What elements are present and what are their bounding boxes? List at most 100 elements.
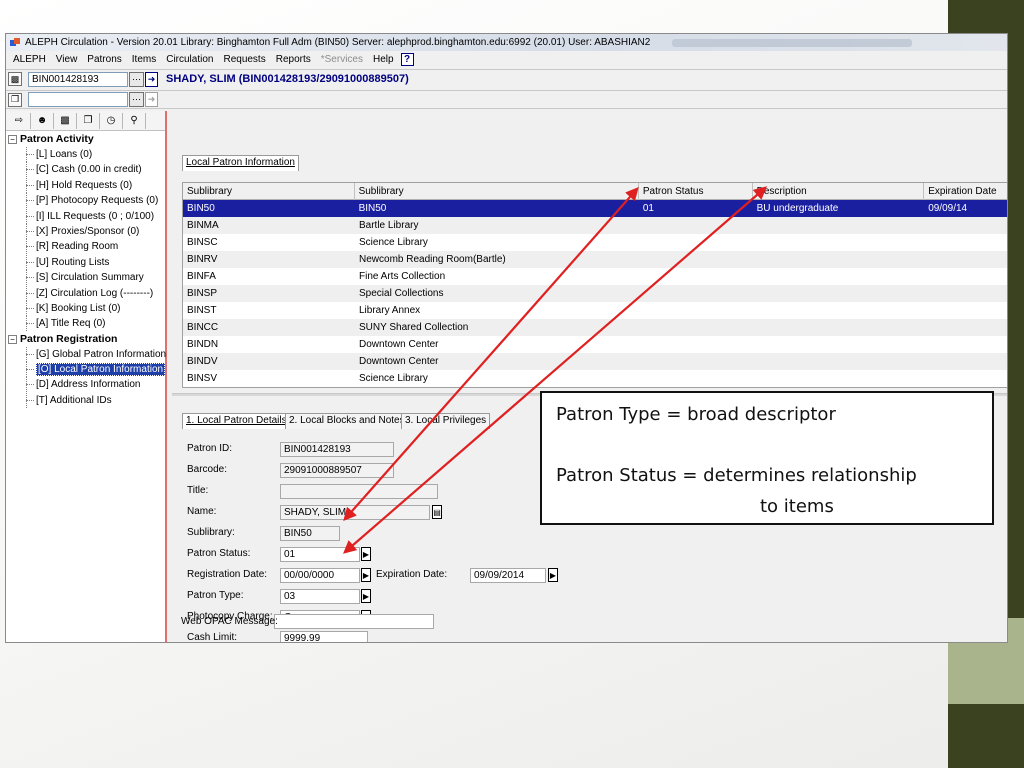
- card-icon[interactable]: ▩: [54, 112, 77, 129]
- menu-circulation[interactable]: Circulation: [161, 54, 218, 65]
- patron-type-dropdown-icon[interactable]: ▶: [361, 589, 371, 603]
- tab-local-patron-information[interactable]: Local Patron Information: [182, 155, 299, 171]
- expiration-date-picker-icon[interactable]: ▶: [548, 568, 558, 582]
- aleph-circulation-window: ALEPH Circulation - Version 20.01 Librar…: [5, 33, 1008, 643]
- sublibrary-field: BIN50: [280, 526, 340, 541]
- table-cell: Bartle Library: [359, 220, 419, 231]
- menu-requests[interactable]: Requests: [218, 54, 270, 65]
- tree-item-label: [A] Title Req (0): [36, 318, 106, 330]
- tree-item-cash[interactable]: [C] Cash (0.00 in credit): [6, 162, 165, 178]
- table-cell: BINFA: [187, 271, 216, 282]
- table-row[interactable]: BINSP Special Collections: [183, 285, 1007, 302]
- sublibrary-label: Sublibrary:: [187, 527, 235, 538]
- column-header[interactable]: Expiration Date: [924, 182, 1007, 200]
- exit-icon[interactable]: ⇨: [8, 112, 31, 129]
- column-header[interactable]: Sublibrary: [355, 182, 639, 200]
- cash-limit-field[interactable]: 9999.99: [280, 631, 368, 642]
- tab-local-patron-details[interactable]: 1. Local Patron Details: [182, 413, 291, 429]
- table-row[interactable]: BINST Library Annex: [183, 302, 1007, 319]
- web-opac-message-label-overlay: Web OPAC Message:: [181, 616, 278, 627]
- annotation-callout-box: Patron Type = broad descriptor Patron St…: [540, 391, 994, 525]
- tree-item-additional-ids[interactable]: [T] Additional IDs: [6, 392, 165, 409]
- table-row-selected[interactable]: BIN50 BIN50 01 BU undergraduate 09/09/14: [183, 200, 1007, 217]
- column-header[interactable]: Sublibrary: [183, 182, 355, 200]
- table-row[interactable]: BINRV Newcomb Reading Room(Bartle): [183, 251, 1007, 268]
- tree-item-label: [R] Reading Room: [36, 241, 119, 253]
- patron-list-button[interactable]: ⋯: [129, 71, 144, 87]
- column-header[interactable]: Patron Status: [639, 182, 753, 200]
- bookmark-icon[interactable]: ◷: [100, 112, 123, 129]
- table-row[interactable]: BINMA Bartle Library: [183, 217, 1007, 234]
- tree-item-local-patron-information[interactable]: [O] Local Patron Information: [6, 362, 166, 378]
- tree-item-global-patron-information[interactable]: [G] Global Patron Information: [6, 346, 166, 363]
- item-go-button[interactable]: ➜: [145, 92, 158, 107]
- tree-item-title-req[interactable]: [A] Title Req (0): [6, 316, 165, 332]
- table-row[interactable]: BINFA Fine Arts Collection: [183, 268, 1007, 285]
- table-cell: Science Library: [359, 237, 428, 248]
- menu-view[interactable]: View: [51, 54, 83, 65]
- tree-item-proxies-sponsor[interactable]: [X] Proxies/Sponsor (0): [6, 223, 165, 240]
- name-edit-icon[interactable]: ▤: [432, 505, 442, 519]
- tree-item-booking-list[interactable]: [K] Booking List (0): [6, 300, 165, 317]
- tree-item-hold-requests[interactable]: [H] Hold Requests (0): [6, 177, 165, 194]
- patron-type-field[interactable]: 03: [280, 589, 360, 604]
- patron-tree: − Patron Activity [L] Loans (0) [C] Cash …: [6, 131, 166, 409]
- registration-date-field[interactable]: 00/00/0000: [280, 568, 360, 583]
- table-row[interactable]: BINSC Science Library: [183, 234, 1007, 251]
- table-header: Sublibrary Sublibrary Patron Status Desc…: [183, 182, 1007, 200]
- patron-id-input[interactable]: BIN001428193: [28, 71, 128, 87]
- tree-item-circulation-log[interactable]: [Z] Circulation Log (--------): [6, 285, 165, 301]
- tree-item-address-information[interactable]: [D] Address Information: [6, 377, 165, 393]
- item-barcode-input[interactable]: [28, 92, 128, 107]
- table-row[interactable]: BINSV Science Library: [183, 370, 1007, 387]
- navigation-tree-panel: ⇨ ☻ ▩ ❐ ◷ ⚲ − Patron Activity [L] Loans (…: [6, 111, 167, 642]
- patron-status-dropdown-icon[interactable]: ▶: [361, 547, 371, 561]
- tree-toolbar: ⇨ ☻ ▩ ❐ ◷ ⚲: [6, 111, 165, 131]
- tree-item-loans[interactable]: [L] Loans (0): [6, 147, 165, 163]
- title-field: [280, 484, 438, 499]
- window-title: ALEPH Circulation - Version 20.01 Librar…: [25, 37, 651, 48]
- callout-line-patron-status: Patron Status = determines relationship: [556, 465, 917, 486]
- tree-group-patron-activity[interactable]: − Patron Activity: [6, 132, 165, 147]
- tab-local-blocks-and-notes[interactable]: 2. Local Blocks and Notes: [285, 413, 409, 429]
- patron-status-label: Patron Status:: [187, 548, 251, 559]
- tree-item-routing-lists[interactable]: [U] Routing Lists: [6, 254, 165, 271]
- table-cell: 09/09/14: [928, 203, 968, 214]
- collapse-icon[interactable]: −: [8, 334, 17, 344]
- web-opac-message-field[interactable]: [274, 614, 434, 629]
- tree-item-reading-room[interactable]: [R] Reading Room: [6, 239, 165, 255]
- menu-help[interactable]: Help: [368, 54, 399, 65]
- help-question-icon[interactable]: ?: [400, 52, 414, 66]
- table-cell: Downtown Center: [359, 356, 439, 367]
- item-copy-icon[interactable]: ❐: [8, 92, 22, 107]
- table-row[interactable]: BINDN Downtown Center: [183, 336, 1007, 353]
- table-row[interactable]: BINCC SUNY Shared Collection: [183, 319, 1007, 336]
- table-cell: Fine Arts Collection: [359, 271, 446, 282]
- binoculars-icon[interactable]: ⚲: [123, 112, 146, 129]
- tree-group-patron-registration[interactable]: − Patron Registration: [6, 332, 165, 347]
- tree-item-label: [C] Cash (0.00 in credit): [36, 164, 142, 176]
- patron-go-button[interactable]: ➜: [145, 71, 158, 87]
- tree-item-label: [Z] Circulation Log (--------): [36, 287, 154, 299]
- table-cell: BINSV: [187, 373, 218, 384]
- collapse-icon[interactable]: −: [8, 135, 17, 144]
- tab-local-privileges[interactable]: 3. Local Privileges: [401, 413, 491, 429]
- table-cell: BINDN: [187, 339, 219, 350]
- tree-item-ill-requests[interactable]: [I] ILL Requests (0 ; 0/100): [6, 208, 165, 224]
- expiration-date-field[interactable]: 09/09/2014: [470, 568, 546, 583]
- menu-items[interactable]: Items: [127, 54, 161, 65]
- tree-item-circulation-summary[interactable]: [S] Circulation Summary: [6, 270, 165, 286]
- patron-type-label: Patron Type:: [187, 590, 244, 601]
- column-header[interactable]: Description: [753, 182, 925, 200]
- menu-reports[interactable]: Reports: [271, 54, 316, 65]
- item-list-button[interactable]: ⋯: [129, 92, 144, 107]
- document-icon[interactable]: ❐: [77, 112, 100, 129]
- table-row[interactable]: BINDV Downtown Center: [183, 353, 1007, 370]
- tree-item-photocopy-requests[interactable]: [P] Photocopy Requests (0): [6, 193, 165, 209]
- menu-aleph[interactable]: ALEPH: [8, 54, 51, 65]
- patron-card-icon[interactable]: ▩: [8, 72, 22, 86]
- patron-icon[interactable]: ☻: [31, 112, 54, 129]
- menu-patrons[interactable]: Patrons: [82, 54, 126, 65]
- registration-date-picker-icon[interactable]: ▶: [361, 568, 371, 582]
- patron-status-field[interactable]: 01: [280, 547, 360, 562]
